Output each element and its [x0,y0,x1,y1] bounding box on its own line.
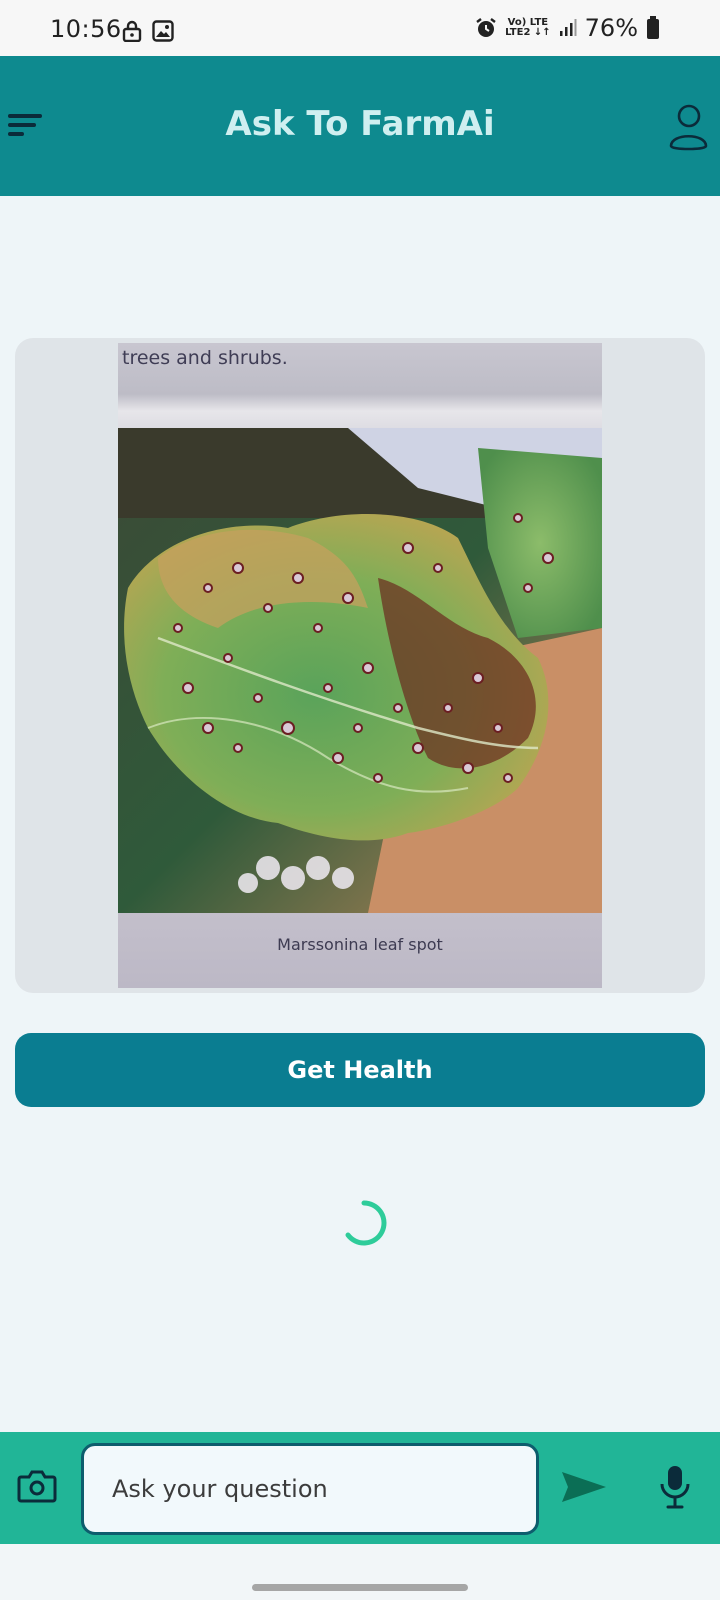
network-indicator: Vo) LTE LTE2 ↓↑ [505,18,551,38]
lock-icon [122,20,142,42]
app-bar: Ask To FarmAi [0,56,720,196]
battery-percent: 76% [584,14,638,42]
person-icon[interactable] [668,102,708,152]
status-left-icons [122,20,174,42]
alarm-icon [476,18,496,37]
network-bottom: LTE2 ↓↑ [505,27,551,38]
signal-icon [559,19,577,36]
question-field[interactable] [81,1443,539,1535]
input-bar [0,1432,720,1544]
status-right-icons: Vo) LTE LTE2 ↓↑ 76% [475,14,660,42]
photo-caption: Marssonina leaf spot [277,935,443,954]
get-health-button[interactable]: Get Health [15,1033,705,1107]
battery-icon [647,16,659,39]
photo-top-text: trees and shrubs. [122,347,288,369]
status-time: 10:56 [50,15,122,43]
image-preview-card: trees and shrubs. Marssonina leaf spot [15,338,705,993]
photo-bottom-strip: Marssonina leaf spot [118,913,602,988]
status-bar: 10:56 Vo) LTE LTE2 ↓↑ 76% [0,0,720,56]
image-icon [152,20,174,42]
photo-top-strip: trees and shrubs. [118,343,602,428]
leaf-photo[interactable]: trees and shrubs. Marssonina leaf spot [118,343,602,988]
question-input[interactable] [84,1446,536,1532]
home-gesture-handle[interactable] [252,1584,468,1591]
page-title: Ask To FarmAi [225,104,495,144]
microphone-icon[interactable] [659,1464,691,1510]
system-nav-bar [0,1544,720,1600]
leaf-scene [118,428,602,913]
camera-icon[interactable] [17,1468,57,1504]
loading-spinner-icon [345,1200,387,1246]
send-icon[interactable] [560,1470,608,1504]
